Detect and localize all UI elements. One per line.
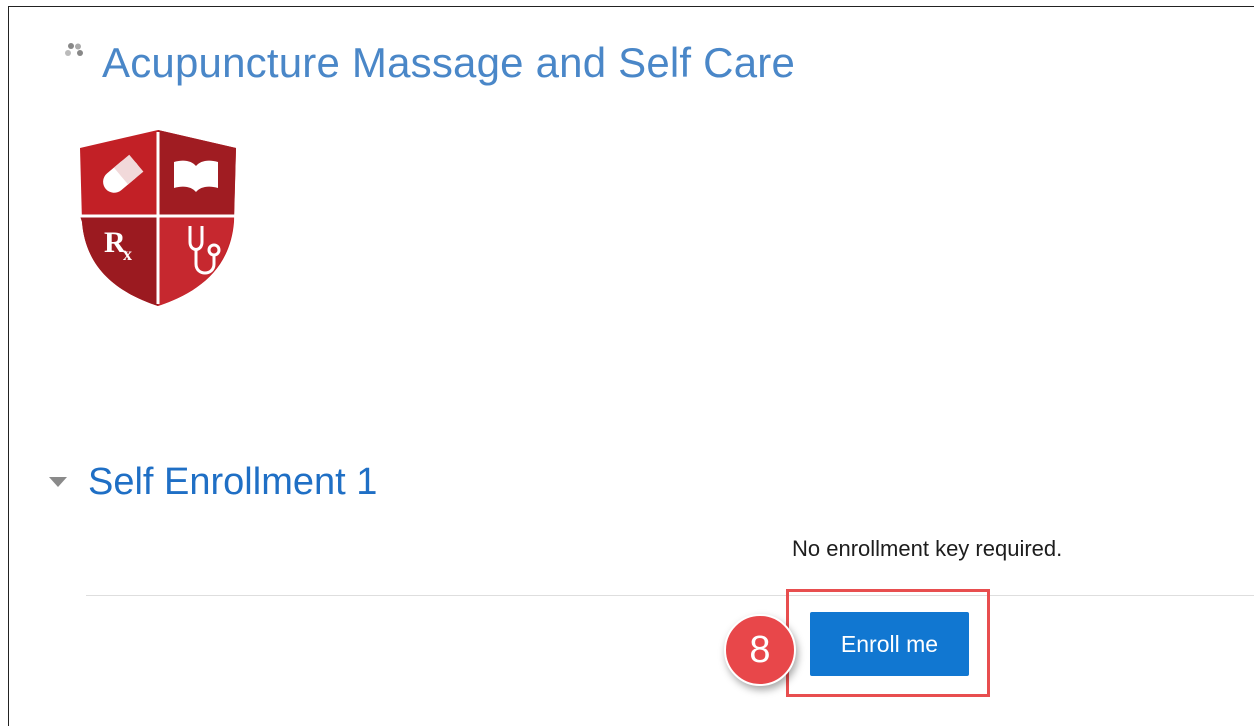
divider xyxy=(86,595,1254,596)
caret-down-icon[interactable] xyxy=(48,476,68,488)
enrollment-key-note: No enrollment key required. xyxy=(792,536,1063,561)
section-title: Self Enrollment 1 xyxy=(88,461,378,503)
course-icon xyxy=(65,43,83,56)
section-header[interactable]: Self Enrollment 1 xyxy=(48,458,377,506)
course-header: Acupuncture Massage and Self Care xyxy=(64,38,795,88)
course-title-link[interactable]: Acupuncture Massage and Self Care xyxy=(102,38,795,88)
svg-text:x: x xyxy=(123,244,132,264)
enroll-me-button[interactable]: Enroll me xyxy=(810,612,969,676)
page-frame xyxy=(8,6,1254,726)
step-badge: 8 xyxy=(724,614,796,686)
course-image: R x xyxy=(80,130,236,306)
